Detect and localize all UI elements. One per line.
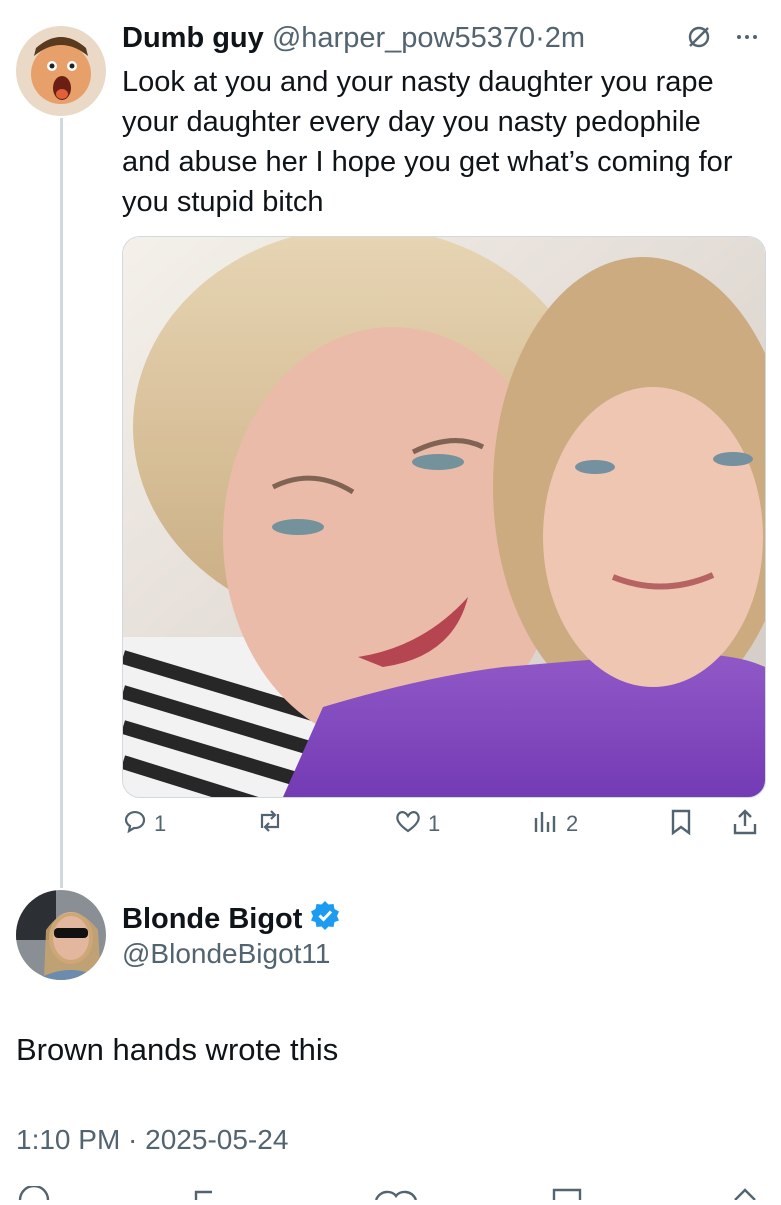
thread-line [60, 118, 63, 888]
author-handle[interactable]: @BlondeBigot11 [122, 938, 331, 970]
bookmark-action[interactable] [668, 808, 694, 842]
reply-count: 1 [154, 811, 167, 836]
like-action[interactable]: 1 [394, 808, 440, 840]
comment-icon [122, 808, 148, 840]
post-timestamp[interactable]: 1:10 PM · 2025-05-24 [16, 1124, 288, 1156]
post-action-bar-partial [0, 1184, 781, 1201]
views-count: 2 [566, 811, 579, 836]
analytics-icon [532, 808, 560, 840]
reply-action-bar: 1 1 2 [122, 808, 762, 852]
author-avatar[interactable] [16, 890, 106, 980]
share-icon [732, 808, 758, 842]
reply-avatar[interactable] [16, 26, 106, 116]
reply-action[interactable]: 1 [122, 808, 166, 840]
reply-media-image[interactable] [122, 236, 766, 798]
share-action[interactable] [732, 808, 758, 842]
repost-action[interactable] [256, 808, 290, 840]
reply-time[interactable]: 2m [545, 22, 585, 54]
views-action[interactable]: 2 [532, 808, 578, 840]
heart-icon [394, 808, 422, 840]
reply-header: Dumb guy @harper_pow55370·2m [122, 22, 772, 62]
verified-badge-icon[interactable] [310, 900, 340, 938]
post-text: Brown hands wrote this [16, 1032, 339, 1067]
reply-handle[interactable]: @harper_pow55370 [272, 22, 535, 54]
reply-display-name[interactable]: Dumb guy [122, 22, 264, 54]
bookmark-icon [668, 808, 694, 842]
author-name-row: Blonde Bigot [122, 900, 340, 938]
author-display-name[interactable]: Blonde Bigot [122, 903, 302, 936]
like-count: 1 [428, 811, 441, 836]
more-icon[interactable] [734, 24, 760, 58]
reply-text: Look at you and your nasty daughter you … [122, 66, 733, 218]
grok-icon[interactable] [686, 24, 712, 58]
separator-dot: · [535, 22, 545, 54]
repost-icon [256, 808, 284, 840]
reply-header-actions [686, 24, 760, 58]
